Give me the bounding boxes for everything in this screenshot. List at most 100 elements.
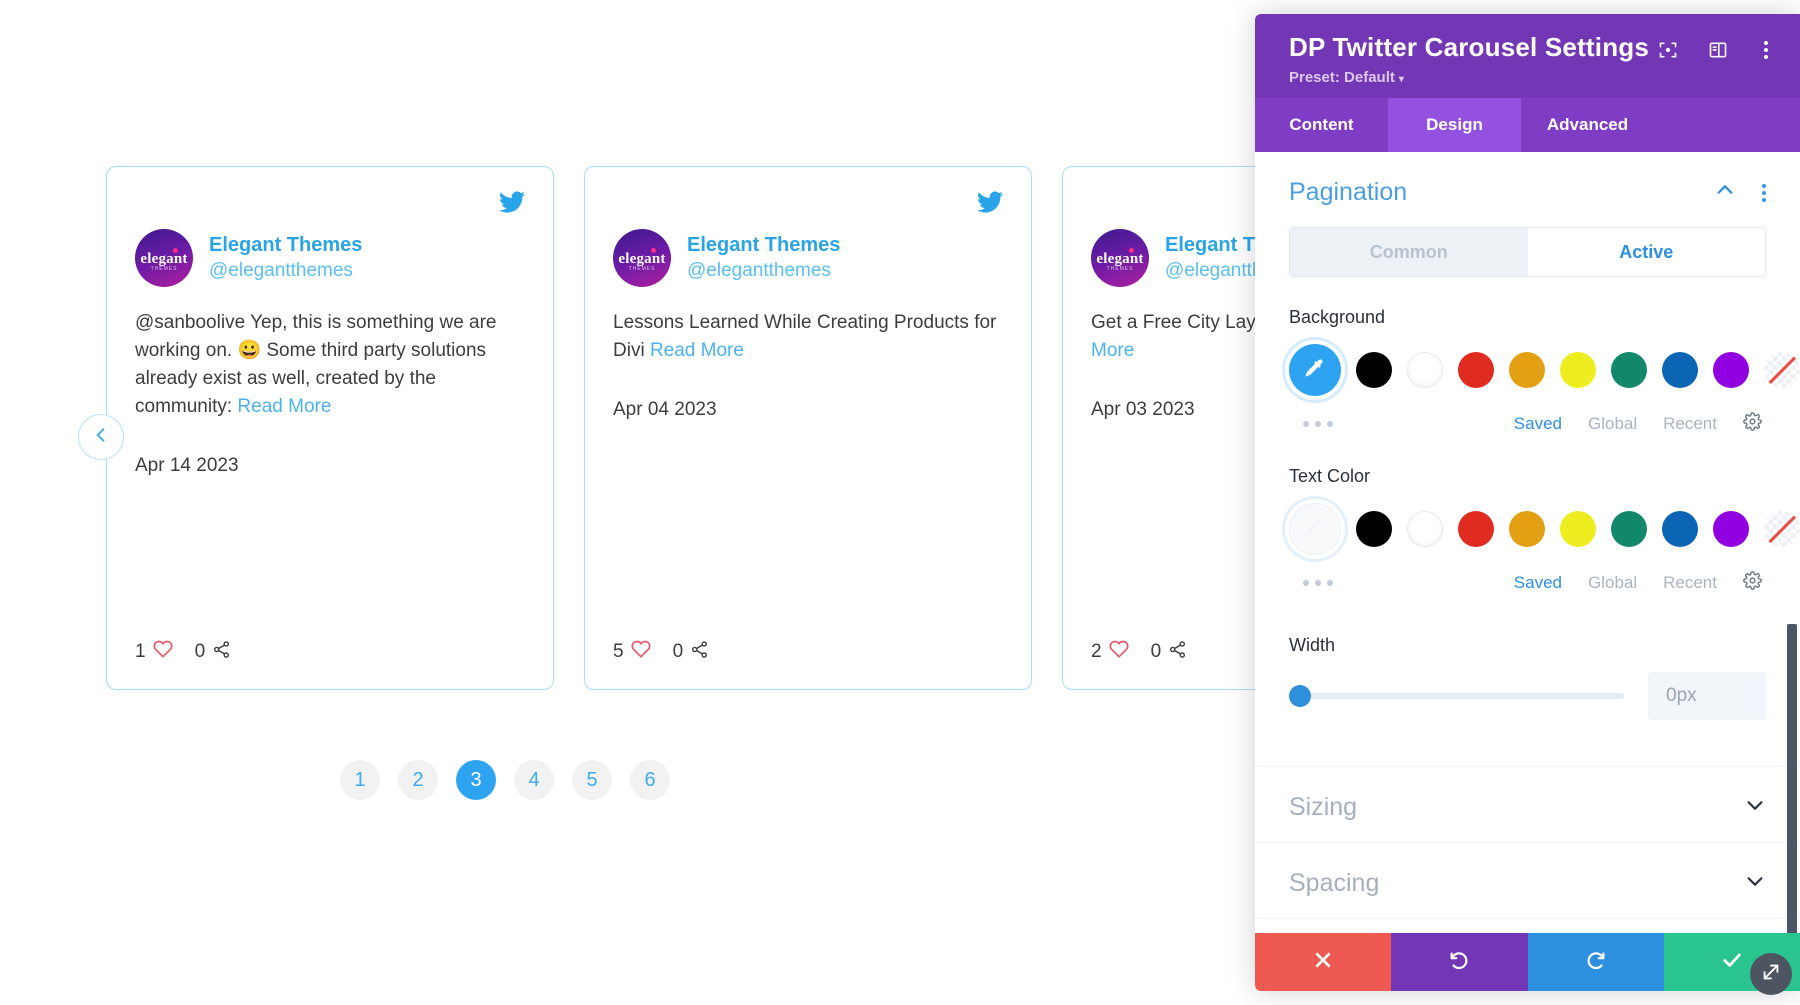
author-names: Elegant Themes @elegantthemes [209,233,362,283]
swatch-black[interactable] [1356,352,1392,388]
share-action[interactable]: 0 [1151,640,1188,665]
share-action[interactable]: 0 [673,640,710,665]
width-slider[interactable] [1289,685,1624,707]
read-more-link[interactable]: Read More [237,396,331,417]
carousel-prev-button[interactable] [78,414,124,460]
swatch-black[interactable] [1356,511,1392,547]
like-count: 5 [613,641,624,662]
swatch-yellow[interactable] [1560,511,1596,547]
author-display-name[interactable]: Elegant Themes [209,233,362,257]
more-vertical-icon[interactable] [1758,41,1774,59]
pagination-page-4[interactable]: 4 [514,760,554,800]
swatch-blue[interactable] [1662,511,1698,547]
like-count: 1 [135,641,146,662]
swatch-red[interactable] [1458,511,1494,547]
layout-panel-icon[interactable] [1708,40,1728,60]
author-display-name[interactable]: Elegant Themes [687,233,840,257]
avatar-logo-subtext: THEMES [150,266,178,272]
swatch-green[interactable] [1611,511,1647,547]
swatch-yellow[interactable] [1560,352,1596,388]
avatar-logo-subtext: THEMES [1106,266,1134,272]
pagination-page-6[interactable]: 6 [630,760,670,800]
width-slider-handle[interactable] [1289,685,1311,707]
palette-tab-saved[interactable]: Saved [1514,414,1562,434]
palette-tab-global[interactable]: Global [1588,414,1637,434]
resize-diagonal-icon [1760,961,1782,988]
close-button[interactable] [1255,933,1392,991]
section-tools [1714,179,1766,206]
swatch-transparent[interactable] [1764,352,1800,388]
swatch-orange[interactable] [1509,511,1545,547]
state-toggle-active[interactable]: Active [1527,228,1765,276]
undo-button[interactable] [1391,933,1528,991]
background-expand-icon[interactable] [1289,421,1333,427]
section-pagination-header[interactable]: Pagination [1255,152,1800,227]
redo-button[interactable] [1527,933,1664,991]
gear-icon[interactable] [1743,412,1762,436]
palette-tab-saved[interactable]: Saved [1514,573,1562,593]
heart-icon [153,639,173,665]
carousel-pagination: 1 2 3 4 5 6 [0,760,1010,800]
author-handle[interactable]: @elegantthemes [209,259,362,283]
background-swatch-row [1289,344,1800,396]
panel-header: DP Twitter Carousel Settings Preset: Def… [1255,14,1800,98]
gear-icon[interactable] [1743,571,1762,595]
author-names: Elegant Themes @elegantthemes [687,233,840,283]
state-toggle: Common Active [1289,227,1766,277]
width-value-input[interactable]: 0px [1648,672,1766,720]
section-more-icon[interactable] [1762,183,1766,202]
chevron-up-icon[interactable] [1714,179,1736,206]
text-color-swatch-row [1289,503,1800,555]
text-color-expand-icon[interactable] [1289,580,1333,586]
panel-content-scroll: Pagination Common Active Background Save… [1255,152,1800,933]
swatch-transparent[interactable] [1764,511,1800,547]
swatch-white[interactable] [1407,352,1443,388]
pagination-page-3[interactable]: 3 [456,760,496,800]
tab-content[interactable]: Content [1255,98,1388,152]
section-spacing-header[interactable]: Spacing [1255,843,1800,918]
swatch-purple[interactable] [1713,511,1749,547]
palette-tab-global[interactable]: Global [1588,573,1637,593]
swatch-white[interactable] [1407,511,1443,547]
text-color-meta-row: Saved Global Recent [1289,571,1766,595]
preset-selector[interactable]: Preset: Default ▾ [1289,69,1766,86]
pagination-page-2[interactable]: 2 [398,760,438,800]
pagination-page-5[interactable]: 5 [572,760,612,800]
tab-advanced[interactable]: Advanced [1521,98,1654,152]
swatch-blue[interactable] [1662,352,1698,388]
background-color-picker-button[interactable] [1289,344,1341,396]
swatch-green[interactable] [1611,352,1647,388]
tab-design[interactable]: Design [1388,98,1521,152]
state-toggle-common[interactable]: Common [1290,228,1528,276]
tweet-card[interactable]: elegant THEMES Elegant Themes @elegantth… [106,166,554,690]
share-action[interactable]: 0 [195,640,232,665]
text-color-picker-button[interactable] [1289,503,1341,555]
tweet-date: Apr 04 2023 [613,399,717,421]
like-action[interactable]: 5 [613,639,651,665]
swatch-red[interactable] [1458,352,1494,388]
chevron-down-icon[interactable] [1744,794,1766,821]
share-icon [1168,640,1187,665]
like-action[interactable]: 1 [135,639,173,665]
share-icon [212,640,231,665]
tweet-card[interactable]: elegant THEMES Elegant Themes @elegantth… [584,166,1032,690]
palette-tab-recent[interactable]: Recent [1663,414,1717,434]
heart-icon [1109,639,1129,665]
focus-target-icon[interactable] [1658,40,1678,60]
chevron-down-icon[interactable] [1744,870,1766,897]
section-sizing-header[interactable]: Sizing [1255,767,1800,842]
panel-resize-handle[interactable] [1750,953,1792,995]
author-handle[interactable]: @elegantthemes [687,259,840,283]
like-action[interactable]: 2 [1091,639,1129,665]
section-divider [1255,918,1800,919]
text-color-palette-tabs: Saved Global Recent [1514,571,1762,595]
pagination-page-1[interactable]: 1 [340,760,380,800]
panel-header-icons [1658,40,1774,60]
panel-scrollbar-thumb[interactable] [1787,624,1797,933]
palette-tab-recent[interactable]: Recent [1663,573,1717,593]
swatch-orange[interactable] [1509,352,1545,388]
check-icon [1721,949,1743,976]
swatch-purple[interactable] [1713,352,1749,388]
tweet-actions: 1 0 [135,639,525,665]
read-more-link[interactable]: Read More [650,340,744,361]
